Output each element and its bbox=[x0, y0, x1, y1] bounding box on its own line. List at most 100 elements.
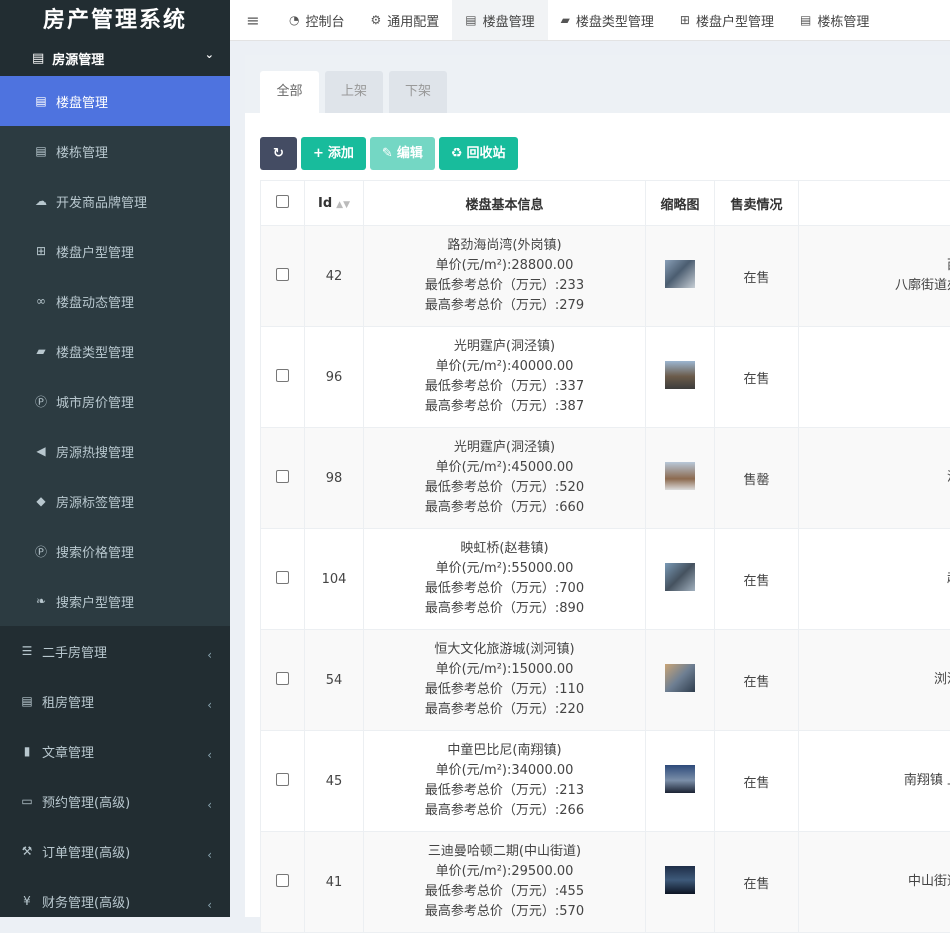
tab-label: 控制台 bbox=[305, 11, 344, 30]
row-id: 41 bbox=[305, 832, 364, 933]
min-total-price: 最低参考总价（万元）:233 bbox=[364, 276, 645, 296]
thumbnail-image[interactable] bbox=[665, 664, 695, 692]
tab-building-management[interactable]: ▤ 楼盘管理 bbox=[452, 0, 547, 40]
add-label: 添加 bbox=[328, 137, 354, 170]
max-total-price: 最高参考总价（万元）:279 bbox=[364, 296, 645, 316]
row-checkbox[interactable] bbox=[276, 571, 289, 584]
sidebar-item-tags[interactable]: ◆ 房源标签管理 bbox=[0, 476, 230, 526]
unit-price: 单价(元/m²):28800.00 bbox=[364, 256, 645, 276]
sidebar-item-rental[interactable]: ▤ 租房管理 ‹ bbox=[0, 676, 230, 726]
building-name: 映虹桥(赵巷镇) bbox=[364, 539, 645, 559]
sidebar-group-property[interactable]: ▤ 房源管理 ⌄ bbox=[0, 40, 230, 76]
sidebar-item-label: 二手房管理 bbox=[42, 642, 107, 661]
tab-building-type[interactable]: ▰ 楼盘类型管理 bbox=[548, 0, 667, 40]
chevron-left-icon: ‹ bbox=[207, 848, 212, 862]
id-header-label: Id bbox=[318, 196, 332, 211]
row-checkbox[interactable] bbox=[276, 773, 289, 786]
status-tab-all[interactable]: 全部 bbox=[260, 71, 319, 113]
chevron-left-icon: ‹ bbox=[207, 898, 212, 912]
dashboard-icon: ◔ bbox=[289, 13, 299, 27]
row-checkbox[interactable] bbox=[276, 672, 289, 685]
sidebar-item-search-price[interactable]: Ⓟ 搜索价格管理 bbox=[0, 526, 230, 576]
sidebar-item-label: 楼盘户型管理 bbox=[56, 242, 134, 261]
sidebar-item-appointments[interactable]: ▭ 预约管理(高级) ‹ bbox=[0, 776, 230, 826]
chevron-left-icon: ‹ bbox=[207, 748, 212, 762]
sidebar-item-tower-management[interactable]: ▤ 楼栋管理 bbox=[0, 126, 230, 176]
sidebar-item-developer-brand[interactable]: ☁ 开发商品牌管理 bbox=[0, 176, 230, 226]
tab-tower-management[interactable]: ▤ 楼栋管理 bbox=[787, 0, 882, 40]
sidebar-item-type[interactable]: ▰ 楼盘类型管理 bbox=[0, 326, 230, 376]
min-total-price: 最低参考总价（万元）:213 bbox=[364, 781, 645, 801]
tab-dashboard[interactable]: ◔ 控制台 bbox=[276, 0, 358, 40]
max-total-price: 最高参考总价（万元）:660 bbox=[364, 498, 645, 518]
sitemap-icon: ⊞ bbox=[680, 13, 690, 27]
chevron-down-icon: ⌄ bbox=[205, 48, 214, 61]
thumbnail-image[interactable] bbox=[665, 563, 695, 591]
sidebar-item-city-price[interactable]: Ⓟ 城市房价管理 bbox=[0, 376, 230, 426]
book-icon: ▰ bbox=[561, 13, 570, 27]
cloud-icon: ☁ bbox=[34, 194, 48, 208]
sidebar-item-building-management[interactable]: ▤ 楼盘管理 bbox=[0, 76, 230, 126]
sale-column-header: 售卖情况 bbox=[715, 181, 799, 226]
id-column-header[interactable]: Id ▲▼ bbox=[305, 181, 364, 226]
building-name: 恒大文化旅游城(浏河镇) bbox=[364, 640, 645, 660]
row-checkbox[interactable] bbox=[276, 874, 289, 887]
building-icon: ▤ bbox=[800, 13, 811, 27]
sort-icon[interactable]: ▲▼ bbox=[336, 200, 350, 210]
tab-unit-type[interactable]: ⊞ 楼盘户型管理 bbox=[667, 0, 787, 40]
select-all-checkbox[interactable] bbox=[276, 195, 289, 208]
thumbnail-image[interactable] bbox=[665, 260, 695, 288]
sidebar-item-orders[interactable]: ⚒ 订单管理(高级) ‹ bbox=[0, 826, 230, 876]
row-checkbox[interactable] bbox=[276, 268, 289, 281]
status-tab-on-shelf[interactable]: 上架 bbox=[325, 71, 383, 113]
thumbnail-image[interactable] bbox=[665, 765, 695, 793]
edit-button[interactable]: ✎ 编辑 bbox=[370, 137, 435, 170]
sidebar-item-search-unit[interactable]: ❧ 搜索户型管理 bbox=[0, 576, 230, 626]
thumbnail-image[interactable] bbox=[665, 361, 695, 389]
sidebar-item-finance[interactable]: ¥ 财务管理(高级) ‹ bbox=[0, 876, 230, 917]
laptop-icon: ▭ bbox=[20, 794, 34, 808]
thumbnail-image[interactable] bbox=[665, 462, 695, 490]
thumbnail-image[interactable] bbox=[665, 866, 695, 894]
min-total-price: 最低参考总价（万元）:520 bbox=[364, 478, 645, 498]
row-checkbox[interactable] bbox=[276, 470, 289, 483]
address-line: 洞 bbox=[799, 468, 950, 488]
sidebar-item-dynamics[interactable]: ∞ 楼盘动态管理 bbox=[0, 276, 230, 326]
add-button[interactable]: + 添加 bbox=[301, 137, 366, 170]
sidebar-item-hot-search[interactable]: ◀ 房源热搜管理 bbox=[0, 426, 230, 476]
top-navbar: ≡ ◔ 控制台 ⚙ 通用配置 ▤ 楼盘管理 ▰ 楼盘类型管理 ⊞ 楼盘户型管理 … bbox=[230, 0, 950, 41]
row-address: 中山街道 bbox=[799, 832, 950, 933]
recycle-icon: ♻ bbox=[451, 137, 463, 170]
row-address: 西 八廓街道办 bbox=[799, 226, 950, 327]
sidebar-item-label: 房源热搜管理 bbox=[56, 442, 134, 461]
building-name: 中童巴比尼(南翔镇) bbox=[364, 741, 645, 761]
list-icon: ☰ bbox=[20, 644, 34, 658]
recycle-bin-button[interactable]: ♻ 回收站 bbox=[439, 137, 518, 170]
sidebar-item-label: 楼栋管理 bbox=[56, 142, 108, 161]
max-total-price: 最高参考总价（万元）:220 bbox=[364, 700, 645, 720]
status-tab-off-shelf[interactable]: 下架 bbox=[389, 71, 447, 113]
row-checkbox[interactable] bbox=[276, 369, 289, 382]
file-icon: ▮ bbox=[20, 744, 34, 758]
select-all-cell[interactable] bbox=[261, 181, 305, 226]
tab-label: 通用配置 bbox=[387, 11, 439, 30]
sidebar-item-articles[interactable]: ▮ 文章管理 ‹ bbox=[0, 726, 230, 776]
menu-toggle-icon[interactable]: ≡ bbox=[230, 0, 276, 40]
row-address bbox=[799, 327, 950, 428]
refresh-button[interactable]: ↻ bbox=[260, 137, 297, 170]
sidebar-group-label: 房源管理 bbox=[52, 49, 104, 68]
edit-label: 编辑 bbox=[397, 137, 423, 170]
table-row: 104 映虹桥(赵巷镇) 单价(元/m²):55000.00 最低参考总价（万元… bbox=[261, 529, 950, 630]
sidebar-item-unit-type[interactable]: ⊞ 楼盘户型管理 bbox=[0, 226, 230, 276]
chevron-left-icon: ‹ bbox=[207, 698, 212, 712]
sale-status: 在售 bbox=[715, 226, 799, 327]
max-total-price: 最高参考总价（万元）:890 bbox=[364, 599, 645, 619]
row-info: 中童巴比尼(南翔镇) 单价(元/m²):34000.00 最低参考总价（万元）:… bbox=[364, 731, 646, 832]
status-tabs: 全部 上架 下架 bbox=[245, 55, 950, 113]
table-header-row: Id▲▼ 楼盘基本信息 缩略图 售卖情况 bbox=[261, 181, 950, 226]
refresh-icon: ↻ bbox=[273, 137, 284, 170]
row-info: 映虹桥(赵巷镇) 单价(元/m²):55000.00 最低参考总价（万元）:70… bbox=[364, 529, 646, 630]
tab-general-config[interactable]: ⚙ 通用配置 bbox=[358, 0, 453, 40]
address-line: 浏河 bbox=[799, 670, 950, 690]
sidebar-item-second-hand[interactable]: ☰ 二手房管理 ‹ bbox=[0, 626, 230, 676]
